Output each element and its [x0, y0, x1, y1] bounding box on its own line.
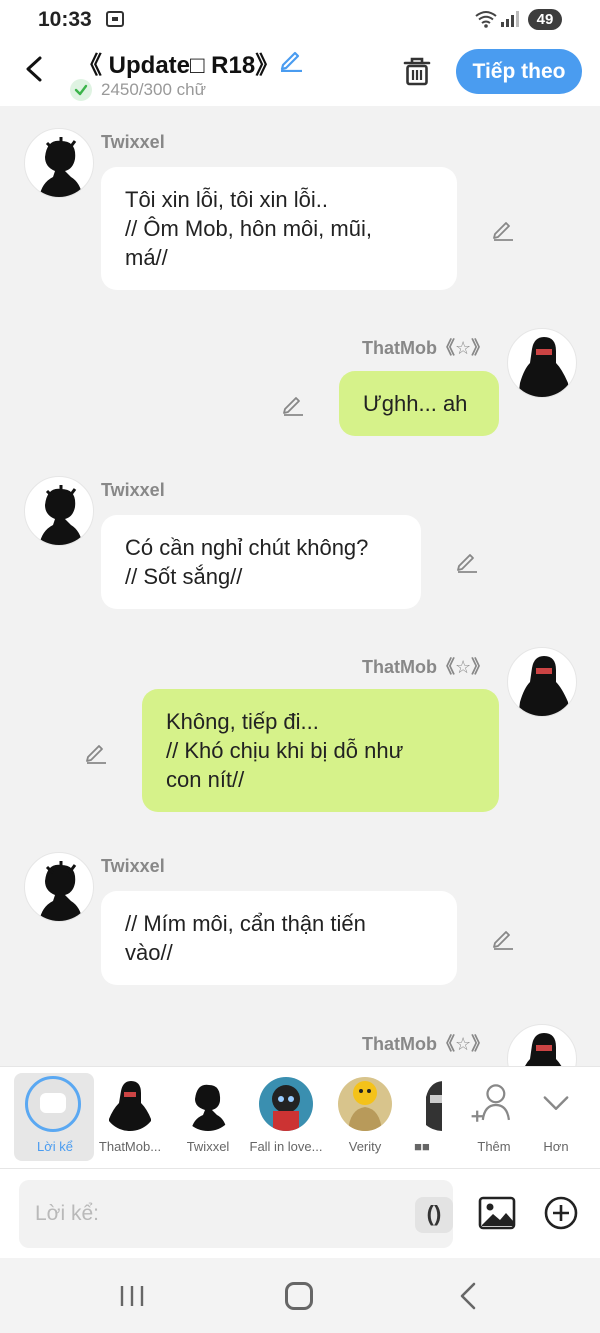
character-avatar	[259, 1077, 313, 1131]
edit-message-pencil-icon[interactable]	[491, 217, 515, 241]
check-icon	[70, 79, 92, 101]
home-button[interactable]	[285, 1282, 313, 1310]
story-title: 《 Update□ R18》	[78, 52, 280, 79]
delete-button[interactable]	[400, 54, 434, 88]
character-label: Lời kể	[37, 1139, 73, 1154]
battery-indicator: 49	[528, 9, 562, 30]
sender-name: Twixxel	[101, 480, 165, 500]
avatar-thatmob[interactable]	[507, 328, 577, 398]
character-fall-in-love[interactable]: Fall in love...	[245, 1073, 325, 1161]
edit-message-pencil-icon[interactable]	[84, 740, 108, 764]
character-avatar	[103, 1077, 157, 1131]
input-container: ()	[19, 1180, 453, 1248]
image-icon[interactable]	[478, 1194, 516, 1232]
edit-message-pencil-icon[interactable]	[491, 926, 515, 950]
character-avatar	[416, 1077, 442, 1131]
character-avatar	[181, 1077, 235, 1131]
character-narrator[interactable]: Lời kể	[14, 1073, 94, 1161]
character-selector: Lời kể ThatMob... Twixxel Fall in love..…	[0, 1066, 600, 1168]
compose-bar: ()	[0, 1168, 600, 1258]
avatar-twixxel[interactable]	[24, 476, 94, 546]
more-characters-button[interactable]: Hơn	[526, 1077, 586, 1157]
character-label: Fall in love...	[249, 1139, 323, 1154]
status-bar: 10:33 49	[0, 0, 600, 40]
parentheses-button[interactable]: ()	[415, 1197, 453, 1233]
next-button[interactable]: Tiếp theo	[456, 49, 582, 94]
wifi-icon	[475, 11, 497, 28]
sender-name: ThatMob《☆》	[362, 338, 490, 358]
signal-icon	[501, 11, 519, 27]
back-button[interactable]	[18, 52, 52, 86]
avatar-twixxel[interactable]	[24, 852, 94, 922]
message-bubble[interactable]: Tôi xin lỗi, tôi xin lỗi.. // Ôm Mob, hô…	[101, 167, 457, 290]
character-twixxel[interactable]: Twixxel	[167, 1073, 247, 1161]
avatar-twixxel[interactable]	[24, 128, 94, 198]
message-bubble[interactable]: Có cần nghỉ chút không? // Sốt sắng//	[101, 515, 421, 609]
sender-name: ThatMob《☆》	[362, 1034, 490, 1054]
narrator-icon	[25, 1076, 81, 1132]
character-label: Twixxel	[186, 1139, 230, 1154]
character-label: ThatMob...	[98, 1139, 162, 1154]
chat-area[interactable]: Twixxel Tôi xin lỗi, tôi xin lỗi.. // Ôm…	[0, 106, 600, 1066]
character-unknown[interactable]: ■■	[402, 1073, 442, 1161]
add-circle-icon[interactable]	[542, 1194, 580, 1232]
word-count: 2450/300 chữ	[101, 80, 206, 99]
avatar-thatmob[interactable]	[507, 1024, 577, 1066]
chevron-down-icon	[543, 1096, 569, 1110]
sender-name: ThatMob《☆》	[362, 657, 490, 677]
status-time: 10:33	[38, 8, 92, 31]
edit-message-pencil-icon[interactable]	[455, 549, 479, 573]
add-label: Thêm	[477, 1139, 511, 1154]
sender-name: Twixxel	[101, 132, 165, 152]
sender-name: Twixxel	[101, 856, 165, 876]
edit-title-pencil-icon[interactable]	[278, 46, 304, 72]
message-bubble[interactable]: // Mím môi, cẩn thận tiến vào//	[101, 891, 457, 985]
add-character-button[interactable]: Thêm	[464, 1077, 524, 1157]
character-label: Verity	[348, 1139, 382, 1154]
story-header: 《 Update□ R18》 2450/300 chữ Tiếp theo	[0, 40, 600, 106]
recent-apps-button[interactable]	[118, 1284, 146, 1308]
avatar-thatmob[interactable]	[507, 647, 577, 717]
system-back-button[interactable]	[456, 1282, 480, 1310]
character-verity[interactable]: Verity	[324, 1073, 404, 1161]
character-avatar	[338, 1077, 392, 1131]
system-navigation-bar	[0, 1258, 600, 1333]
more-label: Hơn	[543, 1139, 569, 1154]
add-person-icon	[471, 1084, 511, 1122]
screenshot-icon	[106, 11, 124, 27]
character-label: ■■	[414, 1139, 430, 1154]
narration-input[interactable]	[35, 1194, 395, 1234]
edit-message-pencil-icon[interactable]	[281, 392, 305, 416]
character-thatmob[interactable]: ThatMob...	[89, 1073, 169, 1161]
message-bubble[interactable]: Không, tiếp đi... // Khó chịu khi bị dỗ …	[142, 689, 499, 812]
message-bubble[interactable]: Ưghh... ah	[339, 371, 499, 436]
